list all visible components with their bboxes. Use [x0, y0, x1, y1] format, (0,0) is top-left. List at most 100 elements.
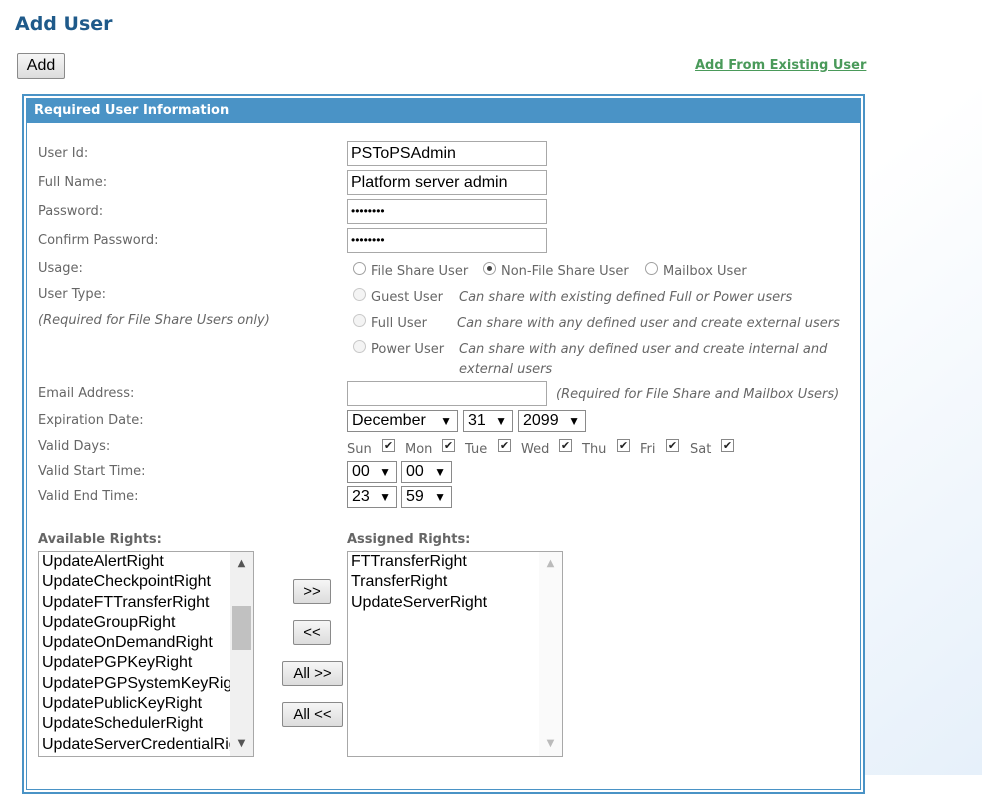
day-sun-checkbox[interactable]: ✔: [382, 439, 395, 452]
password-input[interactable]: ••••••••: [347, 199, 547, 224]
expiration-year-value: 2099: [523, 412, 559, 429]
usage-file-share-label: File Share User: [371, 264, 469, 279]
start-hour-select[interactable]: 00 ▼: [347, 461, 397, 483]
end-hour-select[interactable]: 23 ▼: [347, 486, 397, 508]
move-all-left-button[interactable]: All <<: [282, 702, 343, 727]
list-item[interactable]: UpdateGroupRight: [39, 613, 230, 633]
list-item[interactable]: UpdatePGPSystemKeyRight: [39, 674, 246, 694]
email-input[interactable]: [347, 381, 547, 406]
usage-non-file-share-radio[interactable]: [483, 262, 496, 275]
start-minute-select[interactable]: 00 ▼: [401, 461, 452, 483]
list-item[interactable]: UpdateSchedulerRight: [39, 714, 230, 734]
confirm-password-label: Confirm Password:: [38, 233, 159, 248]
full-user-label: Full User: [371, 316, 427, 331]
page-title: Add User: [15, 13, 113, 35]
day-sun-label: Sun: [347, 442, 372, 457]
valid-start-time-label: Valid Start Time:: [38, 464, 146, 479]
available-rights-label: Available Rights:: [38, 532, 162, 547]
power-user-label: Power User: [371, 342, 445, 357]
scroll-up-icon[interactable]: ▲: [230, 554, 253, 574]
list-item[interactable]: TransferRight: [348, 572, 539, 592]
day-wed-checkbox[interactable]: ✔: [559, 439, 572, 452]
chevron-down-icon: ▼: [379, 465, 391, 479]
expiration-year-select[interactable]: 2099 ▼: [518, 410, 586, 432]
list-item[interactable]: UpdatePublicKeyRight: [39, 694, 230, 714]
chevron-down-icon: ▼: [434, 465, 446, 479]
day-fri-label: Fri: [640, 442, 656, 457]
email-note: (Required for File Share and Mailbox Use…: [556, 387, 840, 402]
power-user-desc: Can share with any defined user and crea…: [459, 342, 828, 357]
day-sat-checkbox[interactable]: ✔: [721, 439, 734, 452]
move-all-right-button[interactable]: All >>: [282, 661, 343, 686]
add-button[interactable]: Add: [17, 53, 65, 79]
list-item[interactable]: UpdatePGPKeyRight: [39, 653, 230, 673]
valid-days-label: Valid Days:: [38, 439, 111, 454]
end-minute-select[interactable]: 59 ▼: [401, 486, 452, 508]
user-type-label: User Type:: [38, 287, 107, 302]
move-left-button[interactable]: <<: [293, 620, 331, 645]
user-id-input[interactable]: PSToPSAdmin: [347, 141, 547, 166]
chevron-down-icon: ▼: [495, 414, 507, 428]
chevron-down-icon: ▼: [379, 490, 391, 504]
list-item[interactable]: UpdateOnDemandRight: [39, 633, 230, 653]
day-thu-checkbox[interactable]: ✔: [617, 439, 630, 452]
full-user-radio[interactable]: [353, 314, 366, 327]
list-item[interactable]: UpdateFTTransferRight: [39, 593, 230, 613]
start-hour-value: 00: [352, 463, 370, 480]
expiration-month-select[interactable]: December ▼: [347, 410, 458, 432]
scroll-down-icon[interactable]: ▼: [230, 734, 253, 754]
chevron-down-icon: ▼: [568, 414, 580, 428]
list-item[interactable]: UpdateServerRight: [348, 593, 539, 613]
list-item[interactable]: FTTransferRight: [348, 552, 539, 572]
available-rights-scrollbar[interactable]: ▲ ▼: [230, 552, 253, 756]
guest-user-desc: Can share with existing defined Full or …: [459, 290, 793, 305]
end-hour-value: 23: [352, 488, 370, 505]
scroll-up-icon[interactable]: ▲: [539, 554, 562, 574]
expiration-month-value: December: [352, 412, 426, 429]
day-fri-checkbox[interactable]: ✔: [666, 439, 679, 452]
expiration-date-label: Expiration Date:: [38, 413, 144, 428]
end-minute-value: 59: [406, 488, 424, 505]
valid-end-time-label: Valid End Time:: [38, 489, 139, 504]
power-user-desc-2: external users: [459, 362, 553, 377]
password-label: Password:: [38, 204, 104, 219]
guest-user-label: Guest User: [371, 290, 443, 305]
available-rights-list[interactable]: UpdateAlertRight UpdateCheckpointRight Upd…: [38, 551, 254, 757]
usage-mailbox-label: Mailbox User: [663, 264, 747, 279]
email-label: Email Address:: [38, 386, 135, 401]
chevron-down-icon: ▼: [434, 490, 446, 504]
full-name-input[interactable]: Platform server admin: [347, 170, 547, 195]
guest-user-radio[interactable]: [353, 288, 366, 301]
day-sat-label: Sat: [690, 442, 712, 457]
day-mon-label: Mon: [405, 442, 433, 457]
usage-non-file-share-label: Non-File Share User: [501, 264, 629, 279]
expiration-day-select[interactable]: 31 ▼: [463, 410, 513, 432]
usage-mailbox-radio[interactable]: [645, 262, 658, 275]
start-minute-value: 00: [406, 463, 424, 480]
day-tue-label: Tue: [465, 442, 488, 457]
day-tue-checkbox[interactable]: ✔: [498, 439, 511, 452]
day-mon-checkbox[interactable]: ✔: [442, 439, 455, 452]
assigned-rights-label: Assigned Rights:: [347, 532, 471, 547]
scrollbar-thumb[interactable]: [232, 606, 251, 650]
power-user-radio[interactable]: [353, 340, 366, 353]
usage-file-share-radio[interactable]: [353, 262, 366, 275]
move-right-button[interactable]: >>: [293, 579, 331, 604]
chevron-down-icon: ▼: [440, 414, 452, 428]
usage-label: Usage:: [38, 261, 83, 276]
full-user-desc: Can share with any defined user and crea…: [457, 316, 840, 331]
expiration-day-value: 31: [468, 412, 486, 429]
full-name-label: Full Name:: [38, 175, 108, 190]
confirm-password-input[interactable]: ••••••••: [347, 228, 547, 253]
assigned-rights-list[interactable]: FTTransferRight TransferRight UpdateServer…: [347, 551, 563, 757]
add-from-existing-user-link[interactable]: Add From Existing User: [695, 58, 866, 73]
panel-header: Required User Information: [27, 99, 860, 123]
list-item[interactable]: UpdateServerCredentialRight: [39, 735, 251, 755]
list-item[interactable]: UpdateAlertRight: [39, 552, 230, 572]
scroll-down-icon[interactable]: ▼: [539, 734, 562, 754]
assigned-rights-scrollbar[interactable]: ▲ ▼: [539, 552, 562, 756]
list-item[interactable]: UpdateCheckpointRight: [39, 572, 230, 592]
user-id-label: User Id:: [38, 146, 89, 161]
user-type-note: (Required for File Share Users only): [38, 313, 270, 328]
day-wed-label: Wed: [521, 442, 550, 457]
